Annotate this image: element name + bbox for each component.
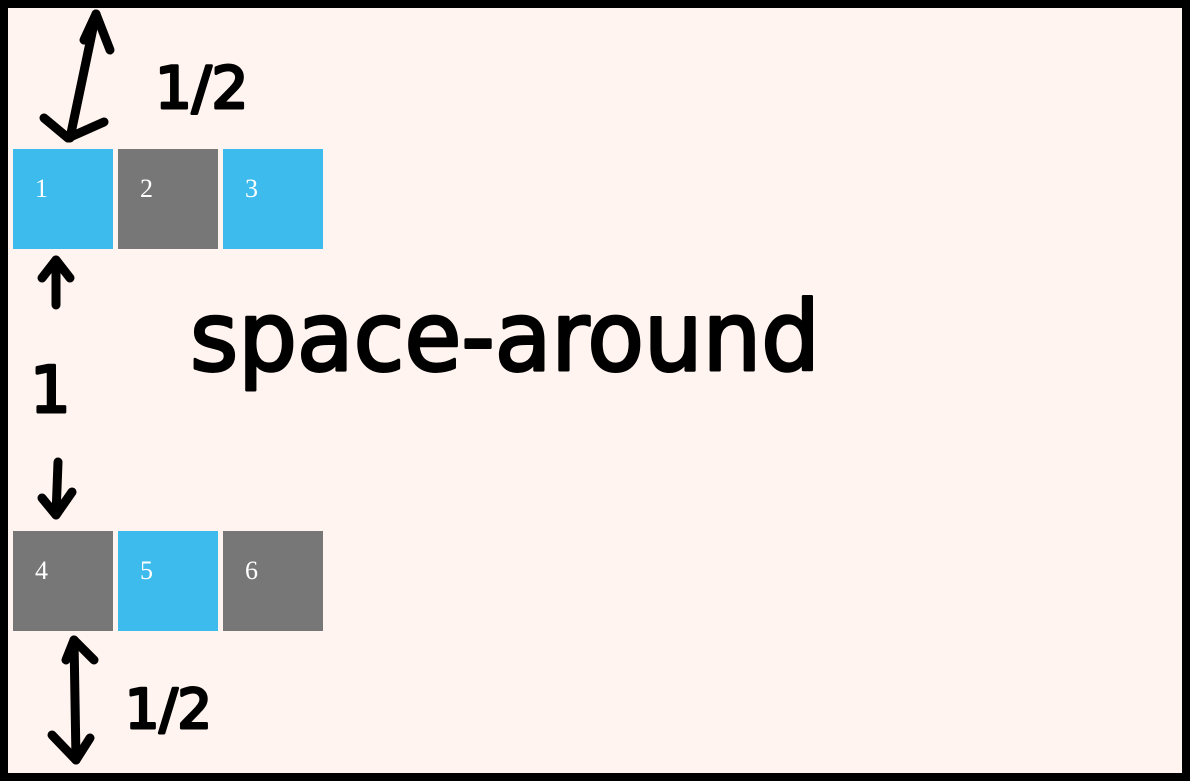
top-gap-label: 1/2 [155, 54, 248, 122]
middle-gap-label: 1 [30, 354, 71, 428]
diagram-title: space-around [190, 281, 820, 393]
up-arrow-icon-middle [37, 255, 75, 310]
double-arrow-icon-top [39, 9, 115, 143]
handwritten-annotations: 1/2 1 1/2 space-around [29, 9, 822, 765]
bottom-gap-label: 1/2 [125, 678, 212, 741]
double-arrow-icon-bottom [47, 635, 99, 765]
down-arrow-icon-middle [37, 457, 77, 520]
